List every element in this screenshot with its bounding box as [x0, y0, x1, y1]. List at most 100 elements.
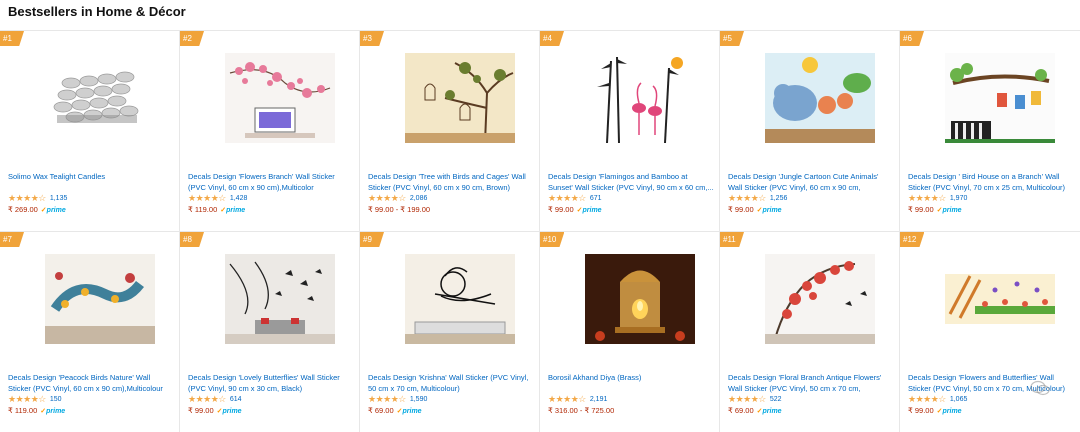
krishna-sticker-image	[405, 254, 515, 344]
product-title-link[interactable]: Decals Design 'Lovely Butterflies' Wall …	[188, 372, 354, 394]
lovely-butterflies-sticker-image	[225, 254, 335, 344]
price: ₹ 119.00	[8, 406, 38, 415]
product-image[interactable]	[225, 53, 335, 143]
product-card[interactable]: #5 Decals Design 'Jungle Cartoon Cute An…	[720, 31, 900, 232]
bird-house-branch-sticker-image	[945, 53, 1055, 143]
prime-badge: ✓prime	[220, 206, 246, 214]
product-card[interactable]: #1 Solimo Wax Tealight Candles ★★★★☆ 1,1…	[0, 31, 180, 232]
product-image[interactable]	[45, 53, 155, 143]
price-row: ₹ 99.00 ✓prime	[548, 205, 602, 214]
rating[interactable]: ★★★★☆ 614	[188, 394, 242, 405]
product-title-link[interactable]: Borosil Akhand Diya (Brass)	[548, 372, 714, 383]
product-title-link[interactable]: Decals Design 'Krishna' Wall Sticker (PV…	[368, 372, 534, 394]
flamingos-bamboo-sticker-image	[585, 53, 695, 143]
akhand-diya-brass-image	[585, 254, 695, 344]
product-image[interactable]	[945, 254, 1055, 344]
product-card[interactable]: #6 Decals Design ' Bird House on a Branc…	[900, 31, 1080, 232]
prime-badge: ✓prime	[396, 407, 422, 415]
product-image[interactable]	[405, 53, 515, 143]
product-card[interactable]: #12 Decals Design 'Flowers and Butterfli…	[900, 232, 1080, 432]
product-card[interactable]: #8 Decals Design 'Lovely Butterflies' Wa…	[180, 232, 360, 432]
product-image[interactable]	[585, 254, 695, 344]
product-image[interactable]	[945, 53, 1055, 143]
rating[interactable]: ★★★★☆ 150	[8, 394, 62, 405]
star-rating-icon: ★★★★☆	[8, 394, 46, 404]
price: ₹ 316.00 - ₹ 725.00	[548, 406, 615, 415]
product-image[interactable]	[225, 254, 335, 344]
product-image[interactable]	[405, 254, 515, 344]
rating[interactable]: ★★★★☆ 1,590	[368, 394, 427, 405]
product-image[interactable]	[765, 53, 875, 143]
prime-badge: ✓prime	[936, 407, 962, 415]
product-title-link[interactable]: Decals Design 'Flowers Branch' Wall Stic…	[188, 171, 354, 193]
rating[interactable]: ★★★★☆ 671	[548, 193, 602, 204]
price-row: ₹ 69.00 ✓prime	[368, 406, 422, 415]
price-row: ₹ 99.00 - ₹ 199.00	[368, 205, 430, 214]
rank-badge: #8	[180, 232, 204, 247]
product-title-link[interactable]: Decals Design 'Jungle Cartoon Cute Anima…	[728, 171, 894, 193]
review-count[interactable]: 1,590	[410, 396, 428, 403]
prime-badge: ✓prime	[756, 206, 782, 214]
star-rating-icon: ★★★★☆	[8, 193, 46, 203]
product-title-link[interactable]: Decals Design ' Bird House on a Branch' …	[908, 171, 1074, 193]
product-card[interactable]: #2 Decals Design 'Flowers Branch' Wall S…	[180, 31, 360, 232]
tealight-candles-image	[53, 71, 139, 123]
price: ₹ 269.00	[8, 205, 38, 214]
product-title-link[interactable]: Decals Design 'Peacock Birds Nature' Wal…	[8, 372, 174, 394]
product-card[interactable]: #10 Borosil Akhand Diya (Brass) ★★★★☆ 2,…	[540, 232, 720, 432]
rating[interactable]: ★★★★☆ 2,191	[548, 394, 607, 405]
rating[interactable]: ★★★★☆ 2,086	[368, 193, 427, 204]
review-count[interactable]: 614	[230, 396, 242, 403]
product-image[interactable]	[585, 53, 695, 143]
product-title-link[interactable]: Decals Design 'Flowers and Butterflies' …	[908, 372, 1074, 394]
rating[interactable]: ★★★★☆ 1,065	[908, 394, 967, 405]
review-count[interactable]: 1,065	[950, 396, 968, 403]
rank-badge: #11	[720, 232, 744, 247]
rating[interactable]: ★★★★☆ 1,428	[188, 193, 247, 204]
product-title-link[interactable]: Decals Design 'Flamingos and Bamboo at S…	[548, 171, 714, 193]
product-image[interactable]	[45, 254, 155, 344]
review-count[interactable]: 2,086	[410, 195, 428, 202]
price-row: ₹ 99.00 ✓prime	[728, 205, 782, 214]
rating[interactable]: ★★★★☆ 1,256	[728, 193, 787, 204]
product-card[interactable]: #3 Decals Design 'Tree with Birds and Ca…	[360, 31, 540, 232]
price-row: ₹ 99.00 ✓prime	[908, 205, 962, 214]
review-count[interactable]: 1,970	[950, 195, 968, 202]
product-card[interactable]: #11 Decals Design 'Floral Branch Antique…	[720, 232, 900, 432]
star-rating-icon: ★★★★☆	[908, 193, 946, 203]
bestseller-grid: #1 Solimo Wax Tealight Candles ★★★★☆ 1,1…	[0, 30, 1080, 432]
review-count[interactable]: 1,135	[50, 195, 68, 202]
prime-badge: ✓prime	[216, 407, 242, 415]
rating[interactable]: ★★★★☆ 1,970	[908, 193, 967, 204]
product-image[interactable]	[765, 254, 875, 344]
star-rating-icon: ★★★★☆	[548, 394, 586, 404]
rank-badge: #7	[0, 232, 24, 247]
review-count[interactable]: 1,256	[770, 195, 788, 202]
product-title-link[interactable]: Decals Design 'Tree with Birds and Cages…	[368, 171, 534, 193]
product-title-link[interactable]: Solimo Wax Tealight Candles	[8, 171, 174, 182]
review-count[interactable]: 1,428	[230, 195, 248, 202]
product-card[interactable]: #7 Decals Design 'Peacock Birds Nature' …	[0, 232, 180, 432]
price: ₹ 99.00	[728, 205, 754, 214]
price: ₹ 99.00	[908, 406, 934, 415]
product-card[interactable]: #9 Decals Design 'Krishna' Wall Sticker …	[360, 232, 540, 432]
review-count[interactable]: 671	[590, 195, 602, 202]
price-row: ₹ 99.00 ✓prime	[188, 406, 242, 415]
rating[interactable]: ★★★★☆ 522	[728, 394, 782, 405]
rank-badge: #3	[360, 31, 384, 46]
rating[interactable]: ★★★★☆ 1,135	[8, 193, 67, 204]
product-title-link[interactable]: Decals Design 'Floral Branch Antique Flo…	[728, 372, 894, 394]
rank-badge: #9	[360, 232, 384, 247]
rank-badge: #10	[540, 232, 565, 247]
price-row: ₹ 316.00 - ₹ 725.00	[548, 406, 614, 415]
rank-badge: #1	[0, 31, 24, 46]
review-count[interactable]: 150	[50, 396, 62, 403]
flowers-branch-sticker-image	[225, 53, 335, 143]
product-card[interactable]: #4 Decals Design 'Flamingos and Bamboo a…	[540, 31, 720, 232]
prime-badge: ✓prime	[756, 407, 782, 415]
prime-badge: ✓prime	[40, 206, 66, 214]
star-rating-icon: ★★★★☆	[728, 394, 766, 404]
review-count[interactable]: 522	[770, 396, 782, 403]
floral-branch-sticker-image	[765, 254, 875, 344]
review-count[interactable]: 2,191	[590, 396, 608, 403]
